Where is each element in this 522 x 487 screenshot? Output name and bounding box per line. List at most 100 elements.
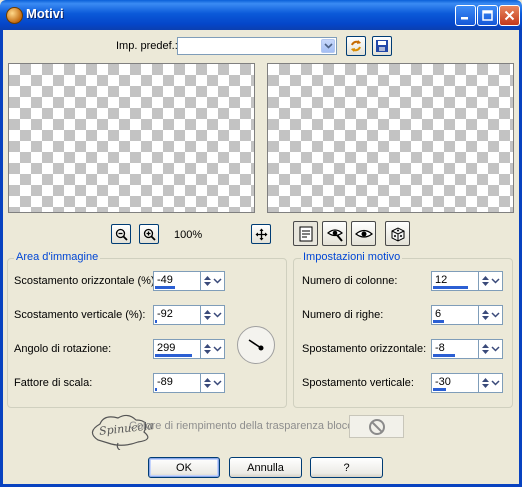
spin-control[interactable] [479, 373, 503, 393]
dice-icon [391, 226, 404, 242]
chevron-down-icon [491, 380, 500, 386]
up-down-arrows-icon [482, 344, 489, 354]
spin-control[interactable] [479, 339, 503, 359]
numeric-input[interactable]: -8 [431, 339, 479, 359]
value-slider-bar[interactable] [155, 320, 157, 323]
transparency-fill-label: Colore di riempimento della trasparenza … [129, 420, 372, 432]
up-down-arrows-icon [204, 276, 211, 286]
spin-control[interactable] [201, 339, 225, 359]
value-slider-bar[interactable] [155, 354, 192, 357]
transparency-fill-swatch[interactable] [349, 415, 404, 438]
close-icon [504, 10, 515, 21]
spin-control[interactable] [201, 271, 225, 291]
spin-control[interactable] [479, 305, 503, 325]
numeric-input-value: -92 [157, 308, 173, 320]
numeric-input[interactable]: 299 [153, 339, 201, 359]
value-slider-bar[interactable] [155, 388, 157, 391]
no-entry-icon [368, 418, 385, 435]
help-button-label: ? [343, 461, 350, 474]
chevron-down-icon [213, 278, 222, 284]
maximize-button[interactable] [477, 5, 498, 26]
auto-proof-button[interactable] [351, 221, 376, 246]
up-down-arrows-icon [482, 378, 489, 388]
zoom-in-icon [143, 228, 156, 241]
numeric-input-value: 12 [435, 274, 448, 286]
proof-toggle-button[interactable] [293, 221, 318, 246]
preview-on-image-button[interactable] [322, 221, 347, 246]
preset-select[interactable] [177, 37, 337, 55]
window-frame-left [0, 30, 3, 487]
up-down-arrows-icon [204, 344, 211, 354]
ok-button-label: OK [176, 461, 192, 474]
numeric-input-value: -8 [435, 342, 445, 354]
cancel-button-label: Annulla [247, 461, 284, 474]
value-slider-bar[interactable] [433, 388, 446, 391]
chevron-down-icon[interactable] [321, 39, 335, 53]
image-area-title: Area d'immagine [14, 251, 101, 263]
preview-before [8, 63, 255, 213]
numeric-input-value: -49 [157, 274, 173, 286]
dial-needle-icon [248, 339, 264, 351]
numeric-input[interactable]: 6 [431, 305, 479, 325]
zoom-out-button[interactable] [111, 224, 131, 244]
numeric-input[interactable]: -49 [153, 271, 201, 291]
save-preset-button[interactable] [372, 36, 392, 56]
field-label: Scostamento orizzontale (%): [14, 275, 158, 287]
field-label: Spostamento verticale: [302, 377, 414, 389]
chevron-down-icon [213, 346, 222, 352]
zoom-in-button[interactable] [139, 224, 159, 244]
cancel-button[interactable]: Annulla [229, 457, 302, 478]
field-label: Fattore di scala: [14, 377, 93, 389]
numeric-input-value: 299 [157, 342, 176, 354]
up-down-arrows-icon [482, 276, 489, 286]
document-list-icon [299, 226, 312, 241]
value-slider-bar[interactable] [433, 320, 444, 323]
load-preset-button[interactable] [346, 36, 366, 56]
up-down-arrows-icon [204, 310, 211, 320]
chevron-down-icon [491, 312, 500, 318]
field-label: Angolo di rotazione: [14, 343, 112, 355]
title-bar[interactable] [0, 0, 522, 30]
numeric-input[interactable]: -30 [431, 373, 479, 393]
eye-icon [354, 229, 373, 238]
eye-pointer-icon [326, 228, 343, 242]
spin-control[interactable] [201, 373, 225, 393]
up-down-arrows-icon [482, 310, 489, 320]
numeric-input[interactable]: -89 [153, 373, 201, 393]
numeric-input[interactable]: 12 [431, 271, 479, 291]
randomize-button[interactable] [385, 221, 410, 246]
numeric-input-value: -30 [435, 376, 451, 388]
value-slider-bar[interactable] [433, 354, 455, 357]
maximize-icon [482, 10, 493, 21]
chevron-down-icon [491, 278, 500, 284]
field-label: Scostamento verticale (%): [14, 309, 146, 321]
spin-control[interactable] [479, 271, 503, 291]
zoom-out-icon [115, 228, 128, 241]
field-label: Numero di colonne: [302, 275, 398, 287]
numeric-input-value: 6 [435, 308, 442, 320]
preview-after [267, 63, 514, 213]
chevron-down-icon [491, 346, 500, 352]
value-slider-bar[interactable] [433, 286, 468, 289]
spin-control[interactable] [201, 305, 225, 325]
chevron-down-icon [213, 380, 222, 386]
field-label: Numero di righe: [302, 309, 384, 321]
pan-button[interactable] [251, 224, 271, 244]
minimize-button[interactable] [455, 5, 476, 26]
app-icon [6, 7, 23, 24]
chevron-down-icon [213, 312, 222, 318]
move-arrows-icon [255, 228, 267, 240]
numeric-input-value: -89 [157, 376, 173, 388]
up-down-arrows-icon [204, 378, 211, 388]
help-button[interactable]: ? [310, 457, 383, 478]
zoom-level: 100% [174, 229, 203, 241]
value-slider-bar[interactable] [155, 286, 175, 289]
numeric-input[interactable]: -92 [153, 305, 201, 325]
minimize-icon [461, 17, 468, 20]
field-label: Spostamento orizzontale: [302, 343, 427, 355]
refresh-arrow-icon [351, 40, 361, 52]
window-title: Motivi [26, 6, 64, 21]
rotation-dial[interactable] [237, 326, 275, 364]
close-button[interactable] [499, 5, 520, 26]
ok-button[interactable]: OK [148, 457, 220, 478]
